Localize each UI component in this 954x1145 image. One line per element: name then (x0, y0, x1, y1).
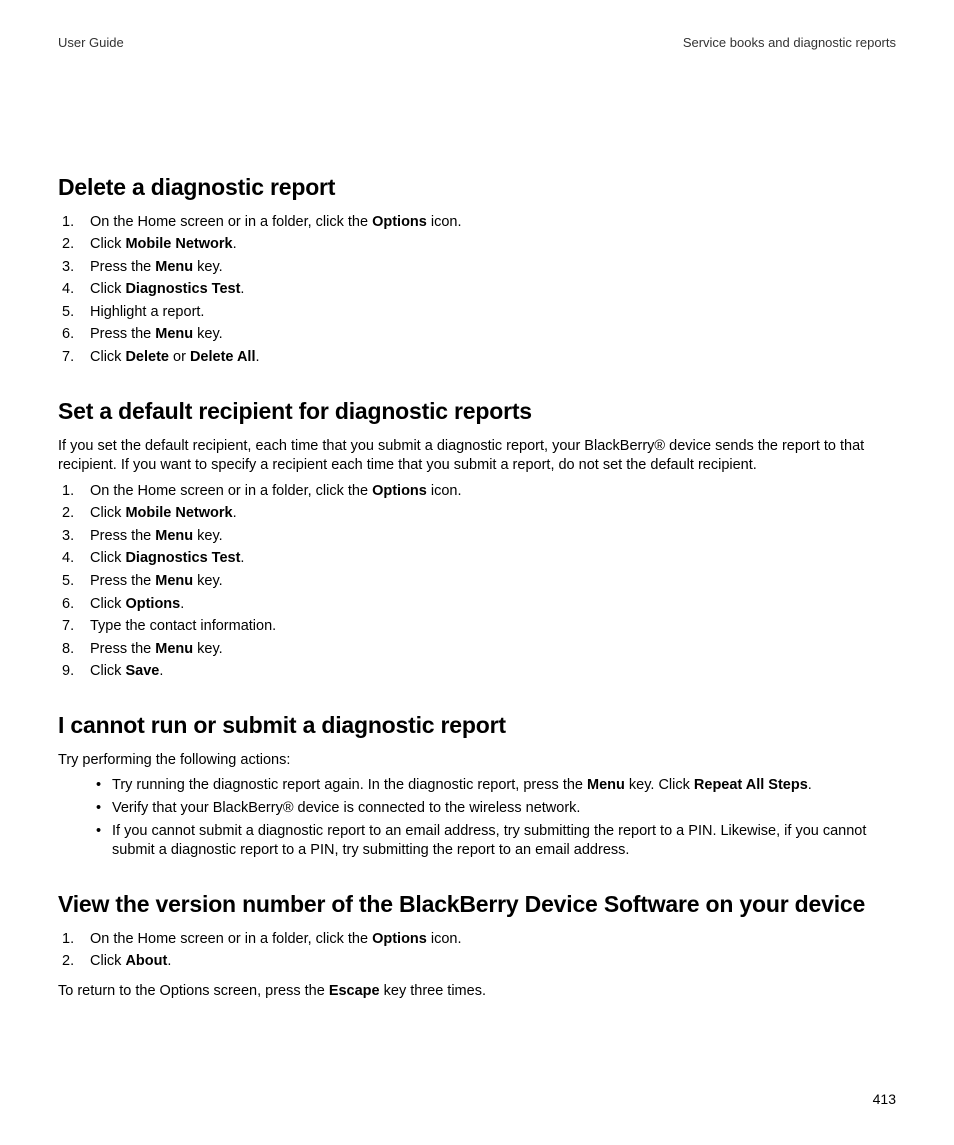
header-left: User Guide (58, 34, 124, 52)
list-item: On the Home screen or in a folder, click… (90, 213, 896, 233)
list-item: Try running the diagnostic report again.… (112, 776, 896, 796)
version-after: To return to the Options screen, press t… (58, 982, 896, 1002)
after-post: key three times. (380, 983, 486, 999)
list-item: Press the Menu key. (90, 572, 896, 592)
list-item: Press the Menu key. (90, 640, 896, 660)
list-delete-steps: On the Home screen or in a folder, click… (58, 213, 896, 368)
list-item: Press the Menu key. (90, 325, 896, 345)
list-item: Click Options. (90, 595, 896, 615)
list-item: If you cannot submit a diagnostic report… (112, 822, 896, 861)
list-item: Verify that your BlackBerry® device is c… (112, 799, 896, 819)
list-item: Click Diagnostics Test. (90, 280, 896, 300)
heading-delete: Delete a diagnostic report (58, 172, 896, 203)
list-item: On the Home screen or in a folder, click… (90, 482, 896, 502)
heading-version: View the version number of the BlackBerr… (58, 889, 896, 920)
list-version-steps: On the Home screen or in a folder, click… (58, 930, 896, 972)
header-right: Service books and diagnostic reports (683, 34, 896, 52)
list-item: Click Diagnostics Test. (90, 549, 896, 569)
after-bold: Escape (329, 983, 380, 999)
list-item: Click Save. (90, 662, 896, 682)
recipient-intro: If you set the default recipient, each t… (58, 437, 896, 476)
list-item: Click Mobile Network. (90, 504, 896, 524)
cannot-intro: Try performing the following actions: (58, 751, 896, 771)
list-item: Highlight a report. (90, 303, 896, 323)
list-item: Click Delete or Delete All. (90, 348, 896, 368)
list-recipient-steps: On the Home screen or in a folder, click… (58, 482, 896, 682)
page-number: 413 (873, 1090, 896, 1109)
list-item: Click Mobile Network. (90, 235, 896, 255)
page-header: User Guide Service books and diagnostic … (58, 34, 896, 52)
list-item: Press the Menu key. (90, 527, 896, 547)
heading-recipient: Set a default recipient for diagnostic r… (58, 396, 896, 427)
list-item: Type the contact information. (90, 617, 896, 637)
list-item: Press the Menu key. (90, 258, 896, 278)
list-item: On the Home screen or in a folder, click… (90, 930, 896, 950)
list-cannot-bullets: Try running the diagnostic report again.… (58, 776, 896, 860)
heading-cannot: I cannot run or submit a diagnostic repo… (58, 710, 896, 741)
list-item: Click About. (90, 952, 896, 972)
after-pre: To return to the Options screen, press t… (58, 983, 329, 999)
